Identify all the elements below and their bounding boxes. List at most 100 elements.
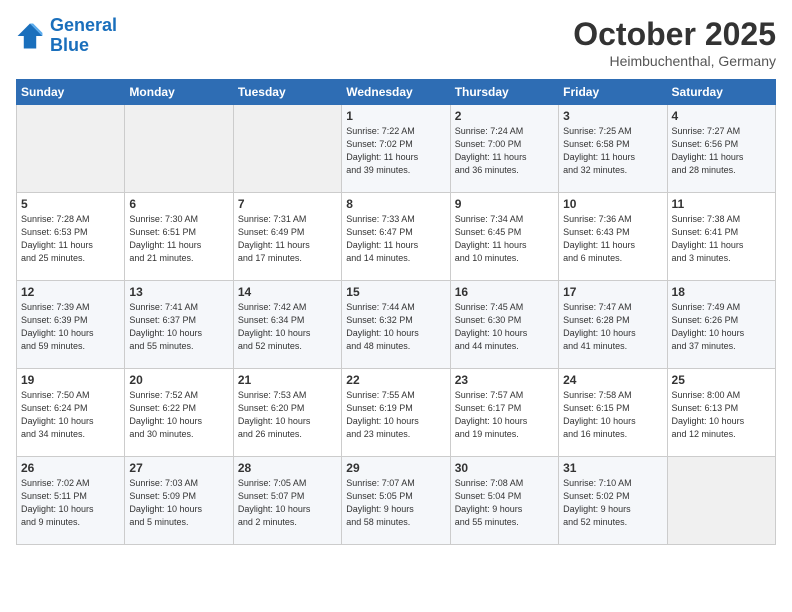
weekday-header-wednesday: Wednesday	[342, 80, 450, 105]
day-info: Sunrise: 7:07 AM Sunset: 5:05 PM Dayligh…	[346, 477, 445, 529]
day-number: 14	[238, 285, 337, 299]
day-info: Sunrise: 7:49 AM Sunset: 6:26 PM Dayligh…	[672, 301, 771, 353]
calendar-cell: 10 Sunrise: 7:36 AM Sunset: 6:43 PM Dayli…	[559, 193, 667, 281]
calendar-cell: 16Sunrise: 7:45 AM Sunset: 6:30 PM Dayli…	[450, 281, 558, 369]
day-info: Sunrise: 7:24 AM Sunset: 7:00 PM Dayligh…	[455, 125, 554, 177]
calendar-cell: 12 Sunrise: 7:39 AM Sunset: 6:39 PM Dayli…	[17, 281, 125, 369]
calendar-cell: 18 Sunrise: 7:49 AM Sunset: 6:26 PM Dayli…	[667, 281, 775, 369]
day-number: 17	[563, 285, 662, 299]
calendar-cell	[667, 457, 775, 545]
day-number: 23	[455, 373, 554, 387]
weekday-header-monday: Monday	[125, 80, 233, 105]
calendar-cell: 28 Sunrise: 7:05 AM Sunset: 5:07 PM Dayli…	[233, 457, 341, 545]
calendar-cell: 19 Sunrise: 7:50 AM Sunset: 6:24 PM Dayli…	[17, 369, 125, 457]
day-number: 25	[672, 373, 771, 387]
day-number: 7	[238, 197, 337, 211]
calendar-week-row: 5Sunrise: 7:28 AM Sunset: 6:53 PM Daylig…	[17, 193, 776, 281]
day-number: 10	[563, 197, 662, 211]
calendar-cell: 30Sunrise: 7:08 AM Sunset: 5:04 PM Dayli…	[450, 457, 558, 545]
calendar-cell	[125, 105, 233, 193]
logo-text: General Blue	[50, 16, 117, 56]
day-info: Sunrise: 7:05 AM Sunset: 5:07 PM Dayligh…	[238, 477, 337, 529]
calendar-cell: 3Sunrise: 7:25 AM Sunset: 6:58 PM Daylig…	[559, 105, 667, 193]
logo-line1: General	[50, 15, 117, 35]
location-subtitle: Heimbuchenthal, Germany	[573, 53, 776, 69]
weekday-header-row: SundayMondayTuesdayWednesdayThursdayFrid…	[17, 80, 776, 105]
calendar-cell: 7 Sunrise: 7:31 AM Sunset: 6:49 PM Daylig…	[233, 193, 341, 281]
calendar-cell: 31 Sunrise: 7:10 AM Sunset: 5:02 PM Dayli…	[559, 457, 667, 545]
calendar-week-row: 1 Sunrise: 7:22 AM Sunset: 7:02 PM Daylig…	[17, 105, 776, 193]
calendar-cell	[233, 105, 341, 193]
calendar-cell: 15Sunrise: 7:44 AM Sunset: 6:32 PM Dayli…	[342, 281, 450, 369]
day-number: 11	[672, 197, 771, 211]
calendar-cell: 23 Sunrise: 7:57 AM Sunset: 6:17 PM Dayli…	[450, 369, 558, 457]
weekday-header-thursday: Thursday	[450, 80, 558, 105]
day-info: Sunrise: 7:10 AM Sunset: 5:02 PM Dayligh…	[563, 477, 662, 529]
calendar-cell: 8 Sunrise: 7:33 AM Sunset: 6:47 PM Daylig…	[342, 193, 450, 281]
day-number: 31	[563, 461, 662, 475]
day-number: 28	[238, 461, 337, 475]
calendar-week-row: 19 Sunrise: 7:50 AM Sunset: 6:24 PM Dayli…	[17, 369, 776, 457]
month-title: October 2025	[573, 16, 776, 53]
day-number: 19	[21, 373, 120, 387]
day-info: Sunrise: 7:02 AM Sunset: 5:11 PM Dayligh…	[21, 477, 120, 529]
day-info: Sunrise: 7:57 AM Sunset: 6:17 PM Dayligh…	[455, 389, 554, 441]
calendar-cell: 1 Sunrise: 7:22 AM Sunset: 7:02 PM Daylig…	[342, 105, 450, 193]
day-info: Sunrise: 7:27 AM Sunset: 6:56 PM Dayligh…	[672, 125, 771, 177]
logo-icon	[16, 22, 44, 50]
day-info: Sunrise: 7:42 AM Sunset: 6:34 PM Dayligh…	[238, 301, 337, 353]
day-number: 5	[21, 197, 120, 211]
day-info: Sunrise: 7:38 AM Sunset: 6:41 PM Dayligh…	[672, 213, 771, 265]
page-header: General Blue October 2025 Heimbuchenthal…	[16, 16, 776, 69]
day-number: 1	[346, 109, 445, 123]
day-number: 3	[563, 109, 662, 123]
day-info: Sunrise: 7:53 AM Sunset: 6:20 PM Dayligh…	[238, 389, 337, 441]
day-info: Sunrise: 7:30 AM Sunset: 6:51 PM Dayligh…	[129, 213, 228, 265]
calendar-cell: 17Sunrise: 7:47 AM Sunset: 6:28 PM Dayli…	[559, 281, 667, 369]
day-info: Sunrise: 7:22 AM Sunset: 7:02 PM Dayligh…	[346, 125, 445, 177]
day-number: 4	[672, 109, 771, 123]
calendar-cell: 24Sunrise: 7:58 AM Sunset: 6:15 PM Dayli…	[559, 369, 667, 457]
day-number: 18	[672, 285, 771, 299]
day-info: Sunrise: 7:52 AM Sunset: 6:22 PM Dayligh…	[129, 389, 228, 441]
day-info: Sunrise: 7:41 AM Sunset: 6:37 PM Dayligh…	[129, 301, 228, 353]
calendar-cell: 27Sunrise: 7:03 AM Sunset: 5:09 PM Dayli…	[125, 457, 233, 545]
day-info: Sunrise: 8:00 AM Sunset: 6:13 PM Dayligh…	[672, 389, 771, 441]
calendar-cell: 11 Sunrise: 7:38 AM Sunset: 6:41 PM Dayli…	[667, 193, 775, 281]
calendar-cell: 5Sunrise: 7:28 AM Sunset: 6:53 PM Daylig…	[17, 193, 125, 281]
day-number: 9	[455, 197, 554, 211]
day-number: 30	[455, 461, 554, 475]
day-info: Sunrise: 7:31 AM Sunset: 6:49 PM Dayligh…	[238, 213, 337, 265]
calendar-cell: 14 Sunrise: 7:42 AM Sunset: 6:34 PM Dayli…	[233, 281, 341, 369]
day-number: 8	[346, 197, 445, 211]
day-number: 27	[129, 461, 228, 475]
calendar-table: SundayMondayTuesdayWednesdayThursdayFrid…	[16, 79, 776, 545]
calendar-cell: 29 Sunrise: 7:07 AM Sunset: 5:05 PM Dayli…	[342, 457, 450, 545]
day-info: Sunrise: 7:50 AM Sunset: 6:24 PM Dayligh…	[21, 389, 120, 441]
calendar-cell: 4 Sunrise: 7:27 AM Sunset: 6:56 PM Daylig…	[667, 105, 775, 193]
calendar-cell: 9Sunrise: 7:34 AM Sunset: 6:45 PM Daylig…	[450, 193, 558, 281]
day-info: Sunrise: 7:36 AM Sunset: 6:43 PM Dayligh…	[563, 213, 662, 265]
calendar-cell: 6Sunrise: 7:30 AM Sunset: 6:51 PM Daylig…	[125, 193, 233, 281]
calendar-cell: 22Sunrise: 7:55 AM Sunset: 6:19 PM Dayli…	[342, 369, 450, 457]
calendar-cell: 13 Sunrise: 7:41 AM Sunset: 6:37 PM Dayli…	[125, 281, 233, 369]
day-info: Sunrise: 7:39 AM Sunset: 6:39 PM Dayligh…	[21, 301, 120, 353]
logo-line2: Blue	[50, 35, 89, 55]
day-info: Sunrise: 7:55 AM Sunset: 6:19 PM Dayligh…	[346, 389, 445, 441]
weekday-header-friday: Friday	[559, 80, 667, 105]
calendar-week-row: 12 Sunrise: 7:39 AM Sunset: 6:39 PM Dayli…	[17, 281, 776, 369]
title-block: October 2025 Heimbuchenthal, Germany	[573, 16, 776, 69]
weekday-header-tuesday: Tuesday	[233, 80, 341, 105]
day-number: 13	[129, 285, 228, 299]
day-number: 12	[21, 285, 120, 299]
day-number: 24	[563, 373, 662, 387]
calendar-cell: 26Sunrise: 7:02 AM Sunset: 5:11 PM Dayli…	[17, 457, 125, 545]
day-number: 20	[129, 373, 228, 387]
day-number: 29	[346, 461, 445, 475]
weekday-header-sunday: Sunday	[17, 80, 125, 105]
day-info: Sunrise: 7:33 AM Sunset: 6:47 PM Dayligh…	[346, 213, 445, 265]
logo: General Blue	[16, 16, 117, 56]
calendar-week-row: 26Sunrise: 7:02 AM Sunset: 5:11 PM Dayli…	[17, 457, 776, 545]
weekday-header-saturday: Saturday	[667, 80, 775, 105]
calendar-cell	[17, 105, 125, 193]
